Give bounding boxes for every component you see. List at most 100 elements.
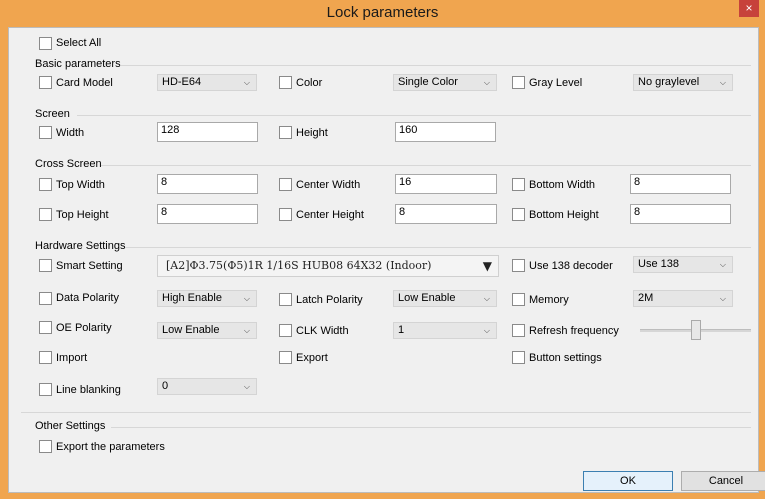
hardware-separator	[125, 247, 751, 248]
top-width-checkbox[interactable]	[39, 178, 52, 191]
bottom-width-label: Bottom Width	[529, 179, 596, 191]
close-icon[interactable]: ×	[739, 0, 759, 17]
gray-level-checkbox[interactable]	[512, 76, 525, 89]
select-all-label: Select All	[56, 37, 102, 49]
width-checkbox[interactable]	[39, 126, 52, 139]
line-blanking-select[interactable]: 0 ⌵	[157, 378, 257, 395]
data-polarity-value: High Enable	[162, 292, 222, 304]
clk-width-checkbox[interactable]	[279, 324, 292, 337]
chevron-down-icon: ⌵	[719, 294, 726, 303]
memory-value: 2M	[638, 292, 654, 304]
export-checkbox[interactable]	[279, 351, 292, 364]
chevron-down-icon: ⌵	[243, 382, 250, 391]
refresh-frequency-checkbox[interactable]	[512, 324, 525, 337]
bottom-height-input[interactable]: 8	[630, 204, 731, 224]
data-polarity-label: Data Polarity	[56, 292, 119, 304]
card-model-select[interactable]: HD-E64 ⌵	[157, 74, 257, 91]
import-label: Import	[56, 352, 88, 364]
hardware-bottom-border	[21, 412, 751, 413]
smart-setting-checkbox[interactable]	[39, 259, 52, 272]
window-title: Lock parameters	[326, 4, 439, 21]
chevron-down-icon: ⌵	[483, 294, 490, 303]
screen-separator	[77, 115, 751, 116]
center-height-checkbox[interactable]	[279, 208, 292, 221]
bottom-height-checkbox[interactable]	[512, 208, 525, 221]
color-value: Single Color	[398, 76, 458, 88]
basic-parameters-title: Basic parameters	[35, 58, 121, 70]
import-checkbox[interactable]	[39, 351, 52, 364]
other-separator	[111, 427, 751, 428]
latch-polarity-checkbox[interactable]	[279, 293, 292, 306]
latch-polarity-select[interactable]: Low Enable ⌵	[393, 290, 497, 307]
export-parameters-checkbox[interactable]	[39, 440, 52, 453]
export-parameters-label: Export the parameters	[56, 441, 165, 453]
height-checkbox[interactable]	[279, 126, 292, 139]
gray-level-value: No graylevel	[638, 76, 700, 88]
bottom-width-input[interactable]: 8	[630, 174, 731, 194]
oe-polarity-value: Low Enable	[162, 324, 220, 336]
data-polarity-select[interactable]: High Enable ⌵	[157, 290, 257, 307]
smart-setting-value: [A2]Φ3.75(Φ5)1R 1/16S HUB08 64X32 (Indoo…	[166, 259, 432, 272]
top-width-input[interactable]: 8	[157, 174, 258, 194]
title-bar: Lock parameters ×	[0, 0, 765, 27]
oe-polarity-checkbox[interactable]	[39, 321, 52, 334]
latch-polarity-label: Latch Polarity	[296, 294, 363, 306]
refresh-frequency-slider-thumb[interactable]	[690, 320, 701, 340]
hardware-settings-title: Hardware Settings	[35, 240, 126, 252]
export-label: Export	[296, 352, 328, 364]
bottom-height-label: Bottom Height	[529, 209, 599, 221]
other-settings-title: Other Settings	[35, 420, 106, 432]
chevron-down-icon: ⌵	[719, 260, 726, 269]
chevron-down-icon: ⌵	[483, 326, 490, 335]
use-138-checkbox[interactable]	[512, 259, 525, 272]
center-width-checkbox[interactable]	[279, 178, 292, 191]
line-blanking-checkbox[interactable]	[39, 383, 52, 396]
gray-level-label: Gray Level	[529, 77, 583, 89]
color-select[interactable]: Single Color ⌵	[393, 74, 497, 91]
screen-title: Screen	[35, 108, 70, 120]
use-138-label: Use 138 decoder	[529, 260, 613, 272]
center-height-label: Center Height	[296, 209, 364, 221]
chevron-down-icon: ⌵	[243, 78, 250, 87]
oe-polarity-select[interactable]: Low Enable ⌵	[157, 322, 257, 339]
bottom-width-checkbox[interactable]	[512, 178, 525, 191]
top-height-input[interactable]: 8	[157, 204, 258, 224]
card-model-value: HD-E64	[162, 76, 202, 88]
center-width-label: Center Width	[296, 179, 361, 191]
height-label: Height	[296, 127, 328, 139]
clk-width-select[interactable]: 1 ⌵	[393, 322, 497, 339]
oe-polarity-label: OE Polarity	[56, 322, 112, 334]
ok-button[interactable]: OK	[583, 471, 673, 491]
cross-screen-separator	[101, 165, 751, 166]
use-138-select[interactable]: Use 138 ⌵	[633, 256, 733, 273]
top-width-label: Top Width	[56, 179, 105, 191]
width-input[interactable]: 128	[157, 122, 258, 142]
chevron-down-icon: ⌵	[483, 78, 490, 87]
data-polarity-checkbox[interactable]	[39, 292, 52, 305]
line-blanking-label: Line blanking	[56, 384, 121, 396]
clk-width-value: 1	[398, 324, 405, 336]
select-all-checkbox[interactable]	[39, 37, 52, 50]
center-width-input[interactable]: 16	[395, 174, 497, 194]
center-height-input[interactable]: 8	[395, 204, 497, 224]
refresh-frequency-label: Refresh frequency	[529, 325, 619, 337]
cancel-button[interactable]: Cancel	[681, 471, 765, 491]
basic-separator	[121, 65, 751, 66]
top-height-checkbox[interactable]	[39, 208, 52, 221]
memory-label: Memory	[529, 294, 569, 306]
card-model-checkbox[interactable]	[39, 76, 52, 89]
gray-level-select[interactable]: No graylevel ⌵	[633, 74, 733, 91]
chevron-down-icon: ⌵	[719, 78, 726, 87]
dialog-body: Select All Basic parameters Card Model H…	[8, 27, 765, 493]
smart-setting-select[interactable]: [A2]Φ3.75(Φ5)1R 1/16S HUB08 64X32 (Indoo…	[157, 255, 499, 277]
top-height-label: Top Height	[56, 209, 109, 221]
cross-screen-title: Cross Screen	[35, 158, 102, 170]
width-label: Width	[56, 127, 85, 139]
color-checkbox[interactable]	[279, 76, 292, 89]
memory-checkbox[interactable]	[512, 293, 525, 306]
height-input[interactable]: 160	[395, 122, 496, 142]
latch-polarity-value: Low Enable	[398, 292, 456, 304]
button-settings-checkbox[interactable]	[512, 351, 525, 364]
memory-select[interactable]: 2M ⌵	[633, 290, 733, 307]
clk-width-label: CLK Width	[296, 325, 349, 337]
